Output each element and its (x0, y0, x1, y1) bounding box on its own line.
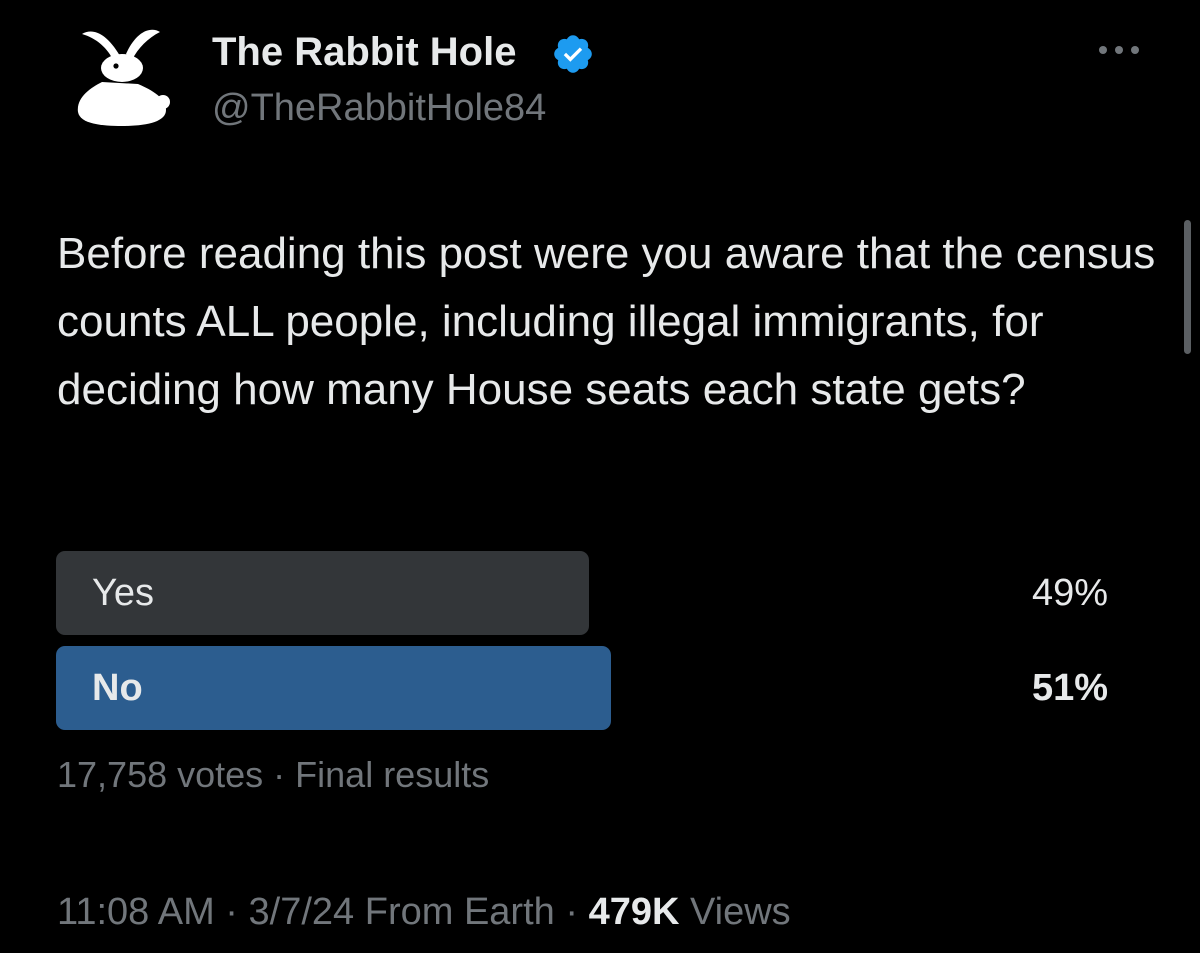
more-options-icon[interactable] (1094, 36, 1144, 64)
post-date[interactable]: 3/7/24 (249, 891, 355, 933)
poll-option-label: No (92, 667, 143, 709)
rabbit-icon (77, 29, 170, 126)
poll-option-label: Yes (92, 572, 154, 614)
post-text: Before reading this post were you aware … (57, 229, 1156, 414)
views-label[interactable]: Views (690, 891, 791, 933)
poll-option-percent: 49% (1031, 572, 1108, 614)
separator: · (263, 754, 296, 795)
post-time[interactable]: 11:08 AM (57, 891, 215, 933)
poll-meta: 17,758 votes · Final results (57, 752, 489, 798)
views-count[interactable]: 479K (589, 891, 680, 933)
verified-badge-icon (554, 35, 592, 73)
poll-vote-count: 17,758 votes (57, 754, 264, 795)
poll-status: Final results (295, 754, 490, 795)
author-display-name[interactable]: The Rabbit Hole (212, 28, 516, 76)
post-source: From Earth (364, 891, 555, 933)
poll-option-percent: 51% (1031, 667, 1108, 709)
poll: Yes 49% No 51% (56, 551, 1116, 741)
separator: · (554, 891, 589, 933)
author-handle[interactable]: @TheRabbitHole84 (212, 85, 546, 131)
tweet: The Rabbit Hole @TheRabbitHole84 Before … (0, 0, 1200, 953)
poll-option-yes: Yes 49% (56, 551, 1116, 635)
scrollbar[interactable] (1184, 220, 1191, 354)
avatar[interactable] (62, 18, 184, 140)
separator: · (214, 891, 249, 933)
tweet-meta: 11:08 AM · 3/7/24 From Earth · 479K View… (57, 888, 791, 936)
poll-option-no: No 51% (56, 646, 1116, 730)
